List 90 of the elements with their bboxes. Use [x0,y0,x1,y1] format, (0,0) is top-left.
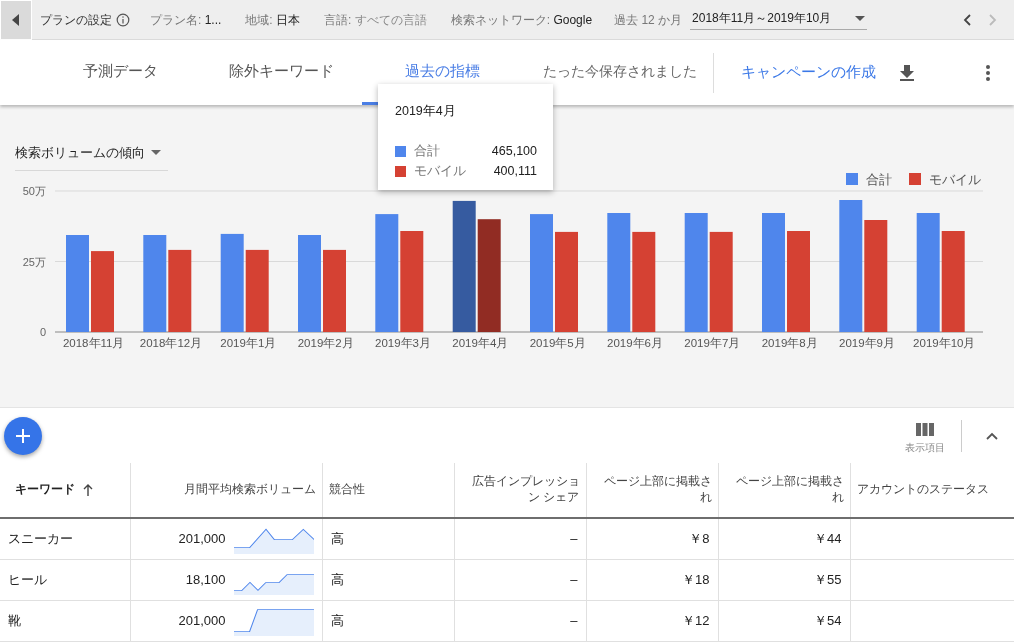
x-axis-label: 2018年12月 [139,337,203,349]
bar[interactable] [916,213,940,332]
columns-icon[interactable] [916,422,934,436]
bar[interactable] [684,213,708,332]
tab[interactable]: 予測データ [40,40,201,105]
x-axis-label: 2019年10月 [913,337,976,349]
bar[interactable] [477,219,501,332]
table-cell: 靴 [0,600,130,641]
bar[interactable] [143,235,167,332]
table-cell: スニーカー [0,518,130,559]
table-cell: ￥12 [586,600,718,641]
bar[interactable] [452,200,476,332]
table-cell: 高 [322,518,454,559]
legend-label[interactable]: 合計 [866,172,892,187]
sort-ascending-icon[interactable] [83,484,93,497]
x-axis-label: 2019年8月 [761,337,818,349]
back-button[interactable] [0,0,32,40]
column-header[interactable]: ページ上部に掲載され [718,463,850,518]
chevron-right-icon[interactable] [988,13,998,26]
x-axis-label: 2019年1月 [220,337,277,349]
table-cell: ￥44 [718,518,850,559]
y-axis-label: 50万 [22,185,46,197]
triangle-left-icon[interactable] [11,13,21,26]
bar[interactable] [375,214,399,332]
bar[interactable] [168,249,192,332]
x-axis-label: 2019年3月 [375,337,431,349]
filter-label: 言語: すべての言語 [324,11,427,29]
more-options-icon[interactable] [986,64,990,81]
x-axis-label: 2019年7月 [684,337,741,349]
table-cell: ￥8 [586,518,718,559]
bar[interactable] [709,231,733,332]
bar[interactable] [245,249,269,332]
chart-type-dropdown[interactable]: 検索ボリュームの傾向 [15,135,168,171]
bar[interactable] [400,231,424,332]
filter-label: 検索ネットワーク: Google [450,11,593,29]
period-label: 過去 12 か月 [614,11,683,29]
chevron-left-icon[interactable] [962,13,972,26]
add-button[interactable] [4,416,42,455]
x-axis-label: 2019年9月 [839,337,895,349]
table-cell: ￥55 [718,559,850,600]
table-cell: – [454,559,586,600]
table-cell-text: 201,000 [178,611,226,630]
x-axis-label: 2019年5月 [529,337,586,349]
column-header[interactable]: ページ上部に掲載され [586,463,718,518]
y-axis-label: 0 [39,326,46,338]
caret-down-icon[interactable] [151,150,161,156]
info-icon[interactable] [116,12,130,27]
table-cell: – [454,518,586,559]
table-cell: 高 [322,600,454,641]
table-cell: ￥54 [718,600,850,641]
column-header[interactable]: アカウントのステータス [850,463,1014,518]
column-header[interactable]: 競合性 [322,463,454,518]
bar[interactable] [607,213,631,332]
table-cell: ￥18 [586,559,718,600]
series-value: 465,100 [491,143,537,161]
columns-button[interactable]: 表示項目 [905,422,945,455]
x-axis-label: 2018年11月 [62,337,125,349]
bar[interactable] [839,200,863,332]
download-icon[interactable] [900,64,914,81]
filter-label: プラン名: 1... [150,11,222,29]
create-campaign-link[interactable]: キャンペーンの作成 [741,61,876,84]
series-label: 合計 [414,143,440,161]
series-label: モバイル [414,163,466,181]
bar[interactable] [941,231,965,332]
series-value: 400,111 [493,163,537,181]
bar[interactable] [864,220,888,332]
plan-settings-title: プランの設定 [40,11,112,29]
column-header[interactable]: 月間平均検索ボリューム [130,463,322,518]
x-axis-label: 2019年2月 [297,337,354,349]
table-cell: – [454,600,586,641]
bar[interactable] [632,231,656,332]
collapse-icon[interactable] [986,431,998,440]
plus-icon[interactable] [16,428,30,443]
x-axis-label: 2019年4月 [452,337,509,349]
table-cell-text: 201,000 [178,530,226,548]
table-cell-text: 18,100 [185,570,226,589]
x-axis-label: 2019年6月 [607,337,663,349]
table-cell: ヒール [0,559,130,600]
y-axis-label: 25万 [22,255,46,268]
tab[interactable]: 除外キーワード [201,40,362,105]
bar[interactable] [220,233,244,332]
save-status: たった今保存されました [543,63,697,82]
column-header[interactable]: キーワード [0,463,130,518]
legend-label[interactable]: モバイル [929,172,981,187]
filter-label: 地域: 日本 [245,11,301,29]
table-cell: 高 [322,559,454,600]
date-range-dropdown[interactable]: 2018年11月～2019年10月 [690,9,868,30]
tooltip-title: 2019年4月 [395,103,457,120]
column-header[interactable]: 広告インプレッション シェア [454,463,586,518]
caret-down-icon[interactable] [855,15,866,21]
